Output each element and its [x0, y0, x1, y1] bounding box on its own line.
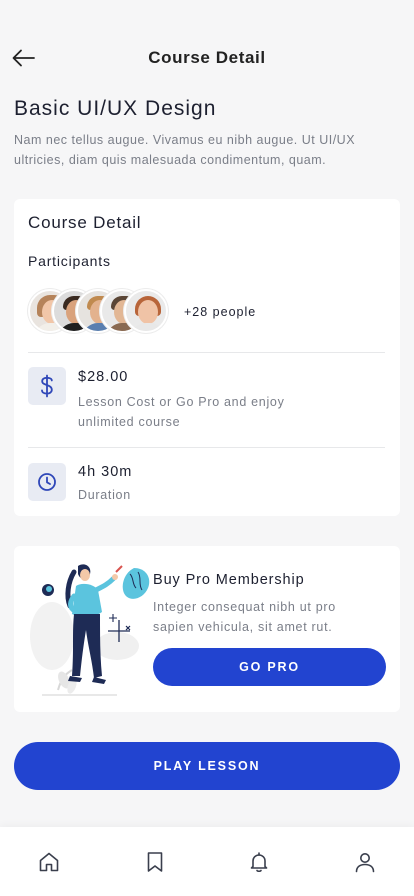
play-lesson-button[interactable]: PLAY LESSON: [14, 742, 400, 790]
price-caption: Lesson Cost or Go Pro and enjoy unlimite…: [78, 395, 285, 429]
bottom-navigation: [0, 827, 414, 896]
nav-profile[interactable]: [351, 848, 379, 876]
clock-icon: [38, 473, 56, 491]
dollar-icon: [41, 374, 53, 398]
course-title: Basic UI/UX Design: [14, 97, 217, 120]
nav-home[interactable]: [35, 848, 63, 876]
duration-icon-box: [28, 463, 66, 501]
participants-label: Participants: [28, 253, 111, 269]
bookmark-icon: [147, 852, 163, 872]
duration-value: 4h 30m: [78, 464, 133, 480]
course-description: Nam nec tellus augue. Vivamus eu nibh au…: [14, 133, 356, 167]
top-bar: Course Detail: [0, 36, 414, 80]
pro-description: Integer consequat nibh ut pro sapien veh…: [153, 600, 336, 634]
bell-icon: [250, 852, 268, 873]
user-icon: [355, 853, 375, 873]
pro-title: Buy Pro Membership: [153, 572, 305, 588]
divider: [28, 447, 385, 448]
divider: [28, 352, 385, 353]
page-title: Course Detail: [148, 48, 266, 67]
nav-bookmark[interactable]: [141, 848, 169, 876]
home-icon: [39, 852, 59, 872]
pro-illustration: [30, 564, 150, 696]
course-detail-card: Course Detail Participants +28 people $2…: [14, 199, 400, 516]
nav-notifications[interactable]: [245, 848, 273, 876]
price-value: $28.00: [78, 369, 129, 385]
participants-more-count[interactable]: +28 people: [184, 305, 256, 319]
go-pro-button[interactable]: GO PRO: [153, 648, 386, 686]
card-title: Course Detail: [28, 213, 142, 232]
avatar: [124, 289, 168, 333]
pro-membership-card: Buy Pro Membership Integer consequat nib…: [14, 546, 400, 712]
participant-avatars[interactable]: [28, 289, 188, 335]
duration-caption: Duration: [78, 488, 131, 502]
price-icon-box: [28, 367, 66, 405]
